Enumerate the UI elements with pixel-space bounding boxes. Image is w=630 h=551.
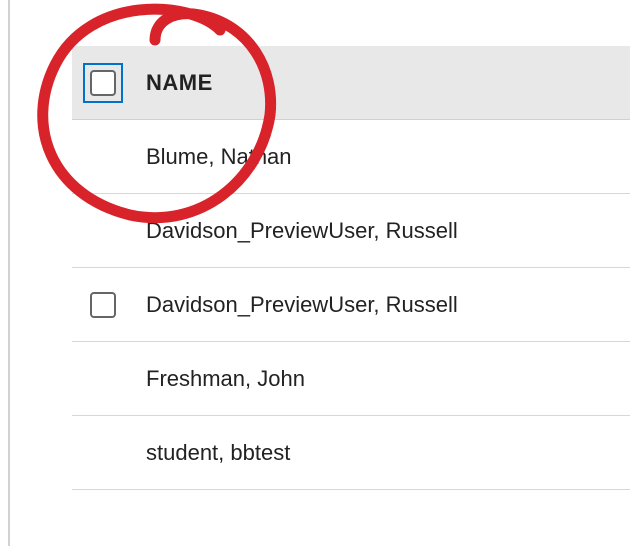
table-row[interactable]: Davidson_PreviewUser, Russell [72, 194, 630, 268]
table-row[interactable]: Blume, Nathan [72, 120, 630, 194]
row-checkbox-cell [72, 268, 134, 341]
row-checkbox-cell [72, 194, 134, 267]
left-border-divider [8, 0, 10, 546]
row-checkbox-cell [72, 120, 134, 193]
table-header-row: NAME [72, 46, 630, 120]
user-name: Davidson_PreviewUser, Russell [134, 218, 458, 244]
user-table: NAME Blume, Nathan Davidson_PreviewUser,… [72, 46, 630, 490]
name-column-header[interactable]: NAME [134, 70, 213, 96]
select-all-checkbox[interactable] [90, 70, 116, 96]
user-name: student, bbtest [134, 440, 290, 466]
user-name: Freshman, John [134, 366, 305, 392]
table-row[interactable]: student, bbtest [72, 416, 630, 490]
table-row[interactable]: Freshman, John [72, 342, 630, 416]
header-checkbox-cell [72, 46, 134, 119]
user-name: Blume, Nathan [134, 144, 292, 170]
row-select-checkbox[interactable] [90, 292, 116, 318]
select-all-focus-ring [83, 63, 123, 103]
table-row[interactable]: Davidson_PreviewUser, Russell [72, 268, 630, 342]
row-checkbox-cell [72, 342, 134, 415]
row-checkbox-cell [72, 416, 134, 489]
user-name: Davidson_PreviewUser, Russell [134, 292, 458, 318]
